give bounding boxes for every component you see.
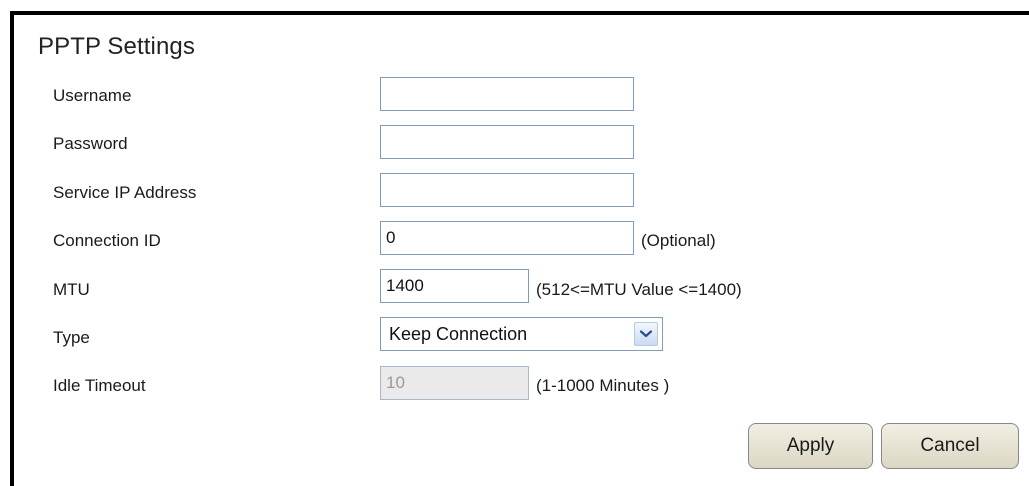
mtu-input[interactable] bbox=[380, 269, 529, 303]
password-label: Password bbox=[53, 134, 128, 153]
type-select[interactable]: Keep Connection bbox=[380, 317, 663, 351]
idle-timeout-note: (1-1000 Minutes ) bbox=[536, 376, 670, 395]
connection-id-label: Connection ID bbox=[53, 231, 161, 250]
username-input[interactable] bbox=[380, 77, 634, 111]
apply-button[interactable]: Apply bbox=[748, 423, 873, 469]
page-title: PPTP Settings bbox=[38, 33, 195, 60]
cancel-button[interactable]: Cancel bbox=[881, 423, 1019, 469]
mtu-note: (512<=MTU Value <=1400) bbox=[536, 280, 742, 299]
mtu-label: MTU bbox=[53, 280, 90, 299]
username-label: Username bbox=[53, 86, 132, 105]
service-ip-label: Service IP Address bbox=[53, 183, 197, 202]
connection-id-input[interactable] bbox=[380, 221, 634, 255]
password-input[interactable] bbox=[380, 125, 634, 159]
idle-timeout-label: Idle Timeout bbox=[53, 376, 146, 395]
service-ip-input[interactable] bbox=[380, 173, 634, 207]
chevron-down-icon bbox=[640, 330, 652, 338]
type-selected-value: Keep Connection bbox=[389, 324, 528, 344]
idle-timeout-input bbox=[380, 366, 529, 400]
type-dropdown-button[interactable] bbox=[634, 322, 658, 346]
type-label: Type bbox=[53, 328, 90, 347]
connection-id-note: (Optional) bbox=[641, 231, 716, 250]
